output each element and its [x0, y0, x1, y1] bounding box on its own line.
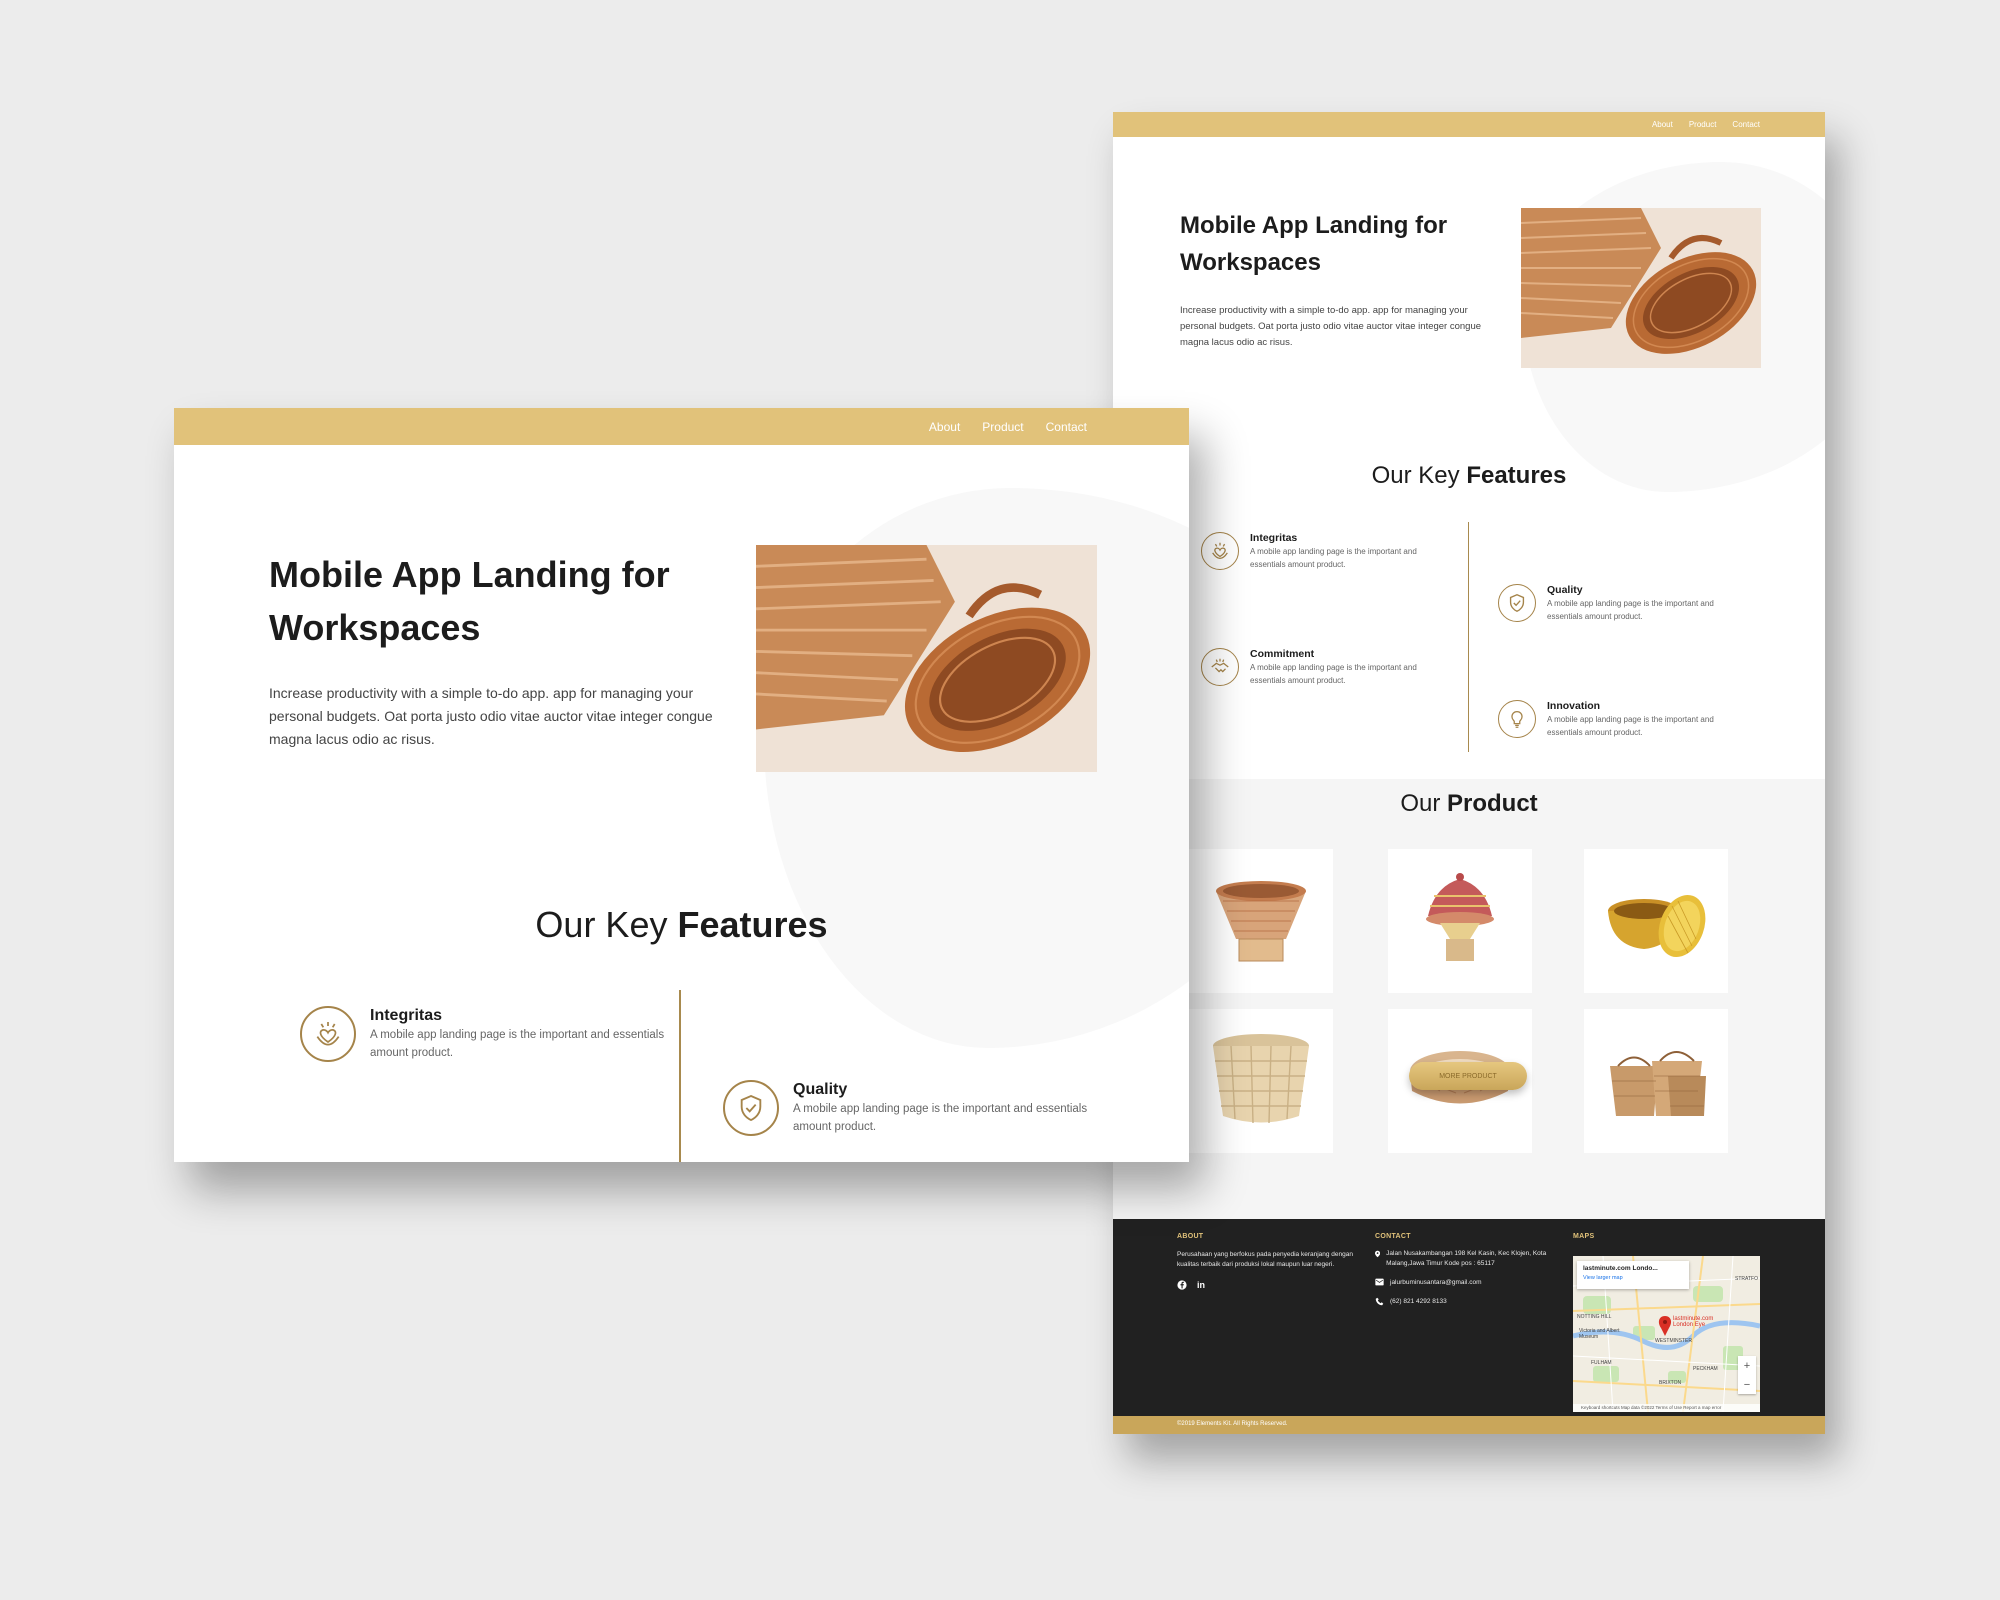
shield-check-icon — [1498, 584, 1536, 622]
hero-description: Increase productivity with a simple to-d… — [269, 685, 713, 747]
map-larger-link[interactable]: View larger map — [1583, 1275, 1683, 1281]
feature-name: Commitment — [1250, 648, 1315, 660]
map-place-card: lastminute.com Londo... View larger map — [1577, 1261, 1689, 1289]
hero-basket-photo — [756, 545, 1097, 772]
feature-innovation: Innovation A mobile app landing page is … — [1498, 700, 1747, 739]
feature-quality: Quality A mobile app landing page is the… — [723, 1080, 1093, 1136]
footer-about-column: ABOUT Perusahaan yang berfokus pada peny… — [1177, 1233, 1362, 1290]
social-links: in — [1177, 1280, 1362, 1290]
feature-name: Integritas — [370, 1007, 443, 1024]
nav-contact-link[interactable]: Contact — [1732, 120, 1760, 129]
features-section-title: Our Key Features — [535, 904, 828, 945]
feature-description: A mobile app landing page is the importa… — [1250, 547, 1417, 569]
nav-about-link[interactable]: About — [1652, 120, 1673, 129]
footer-address-row: Jalan Nusakambangan 198 Kel Kasin, Kec K… — [1375, 1249, 1560, 1269]
product-card[interactable] — [1584, 1009, 1728, 1153]
feature-description: A mobile app landing page is the importa… — [370, 1029, 665, 1059]
heart-hands-icon — [300, 1006, 356, 1062]
hero-zoom-mockup: About Product Contact Mobile App Landing… — [174, 408, 1189, 1162]
hero-title: Mobile App Landing for Workspaces — [269, 554, 670, 648]
handshake-icon — [1201, 648, 1239, 686]
footer-email[interactable]: jalurbuminusantara@gmail.com — [1390, 1278, 1482, 1288]
footer-address: Jalan Nusakambangan 198 Kel Kasin, Kec K… — [1386, 1250, 1547, 1267]
nav-about-link[interactable]: About — [929, 420, 960, 434]
zoom-out-icon[interactable]: − — [1744, 1379, 1750, 1391]
product-basket-image — [1608, 895, 1706, 957]
feature-name: Innovation — [1547, 700, 1601, 712]
nav-product-link[interactable]: Product — [982, 420, 1023, 434]
product-basket-image — [1216, 881, 1306, 962]
feature-description: A mobile app landing page is the importa… — [1547, 599, 1714, 621]
product-basket-image — [1213, 1034, 1309, 1124]
feature-name: Quality — [1547, 584, 1583, 596]
hero-basket-photo — [1521, 208, 1761, 368]
products-section: Our Product MORE PRODUCT — [1113, 779, 1825, 1219]
copyright-text: ©2019 Elements Kit. All Rights Reserved. — [1177, 1421, 1288, 1427]
location-pin-icon — [1375, 1250, 1381, 1258]
shield-check-icon — [723, 1080, 779, 1136]
footer-email-row: jalurbuminusantara@gmail.com — [1375, 1278, 1560, 1288]
product-card[interactable] — [1189, 1009, 1333, 1153]
zoom-in-icon[interactable]: + — [1744, 1360, 1750, 1372]
map-zoom-controls: + − — [1738, 1356, 1756, 1394]
map-pin-label: lastminute.com London Eye — [1673, 1316, 1714, 1328]
facebook-icon[interactable] — [1177, 1280, 1187, 1290]
product-basket-image — [1426, 873, 1494, 961]
hero-title: Mobile App Landing for Workspaces — [1180, 212, 1448, 276]
footer-maps-heading: MAPS — [1573, 1233, 1595, 1240]
product-basket-image — [1610, 1051, 1706, 1116]
features-divider — [1468, 522, 1469, 752]
product-card[interactable] — [1189, 849, 1333, 993]
map-label: BRIXTON — [1659, 1380, 1682, 1386]
lightbulb-icon — [1498, 700, 1536, 738]
embedded-map[interactable]: lastminute.com Londo... View larger map … — [1573, 1256, 1760, 1412]
nav-contact-link[interactable]: Contact — [1046, 420, 1087, 434]
nav-product-link[interactable]: Product — [1689, 120, 1717, 129]
feature-quality: Quality A mobile app landing page is the… — [1498, 584, 1747, 623]
product-card[interactable] — [1388, 849, 1532, 993]
map-footer-bar: Keyboard shortcuts Map data ©2022 Terms … — [1573, 1404, 1760, 1412]
phone-icon — [1375, 1297, 1384, 1306]
feature-description: A mobile app landing page is the importa… — [1250, 663, 1417, 685]
feature-integritas: Integritas A mobile app landing page is … — [1201, 532, 1450, 571]
footer-about-heading: ABOUT — [1177, 1233, 1204, 1240]
linkedin-icon[interactable]: in — [1197, 1280, 1205, 1290]
top-navbar: About Product Contact — [1113, 112, 1825, 137]
map-label: STRATFO — [1735, 1276, 1758, 1282]
feature-integritas: Integritas A mobile app landing page is … — [300, 1006, 670, 1062]
footer-phone-row: (62) 821 4292 8133 — [1375, 1297, 1560, 1307]
full-page-mockup: About Product Contact Mobile App Landing… — [1113, 112, 1825, 1434]
hero-description: Increase productivity with a simple to-d… — [1180, 305, 1482, 348]
feature-description: A mobile app landing page is the importa… — [1547, 715, 1714, 737]
footer: ABOUT Perusahaan yang berfokus pada peny… — [1113, 1219, 1825, 1416]
footer-phone[interactable]: (62) 821 4292 8133 — [1390, 1297, 1447, 1307]
feature-name: Quality — [793, 1081, 848, 1098]
map-label: WESTMINSTER — [1655, 1338, 1692, 1344]
more-product-button[interactable]: MORE PRODUCT — [1409, 1062, 1527, 1090]
feature-name: Integritas — [1250, 532, 1298, 544]
feature-description: A mobile app landing page is the importa… — [793, 1103, 1088, 1133]
map-place-title: lastminute.com Londo... — [1583, 1265, 1658, 1272]
footer-about-text: Perusahaan yang berfokus pada penyedia k… — [1177, 1251, 1353, 1268]
footer-contact-heading: CONTACT — [1375, 1233, 1411, 1240]
features-section-title: Our Key Features — [1371, 462, 1567, 489]
footer-contact-column: CONTACT Jalan Nusakambangan 198 Kel Kasi… — [1375, 1233, 1560, 1307]
map-label: Victoria and Albert Museum — [1579, 1328, 1620, 1340]
features-divider — [679, 990, 681, 1162]
copyright-bar: ©2019 Elements Kit. All Rights Reserved. — [1113, 1416, 1825, 1434]
products-section-title: Our Product — [1400, 790, 1538, 817]
product-card[interactable] — [1584, 849, 1728, 993]
heart-hands-icon — [1201, 532, 1239, 570]
map-label: FULHAM — [1591, 1360, 1612, 1366]
top-navbar: About Product Contact — [174, 408, 1189, 445]
envelope-icon — [1375, 1278, 1384, 1286]
feature-commitment: Commitment A mobile app landing page is … — [1201, 648, 1450, 687]
map-label: PECKHAM — [1693, 1366, 1718, 1372]
footer-maps-column: MAPS — [1573, 1233, 1594, 1240]
map-label: NOTTING HILL — [1577, 1314, 1612, 1320]
